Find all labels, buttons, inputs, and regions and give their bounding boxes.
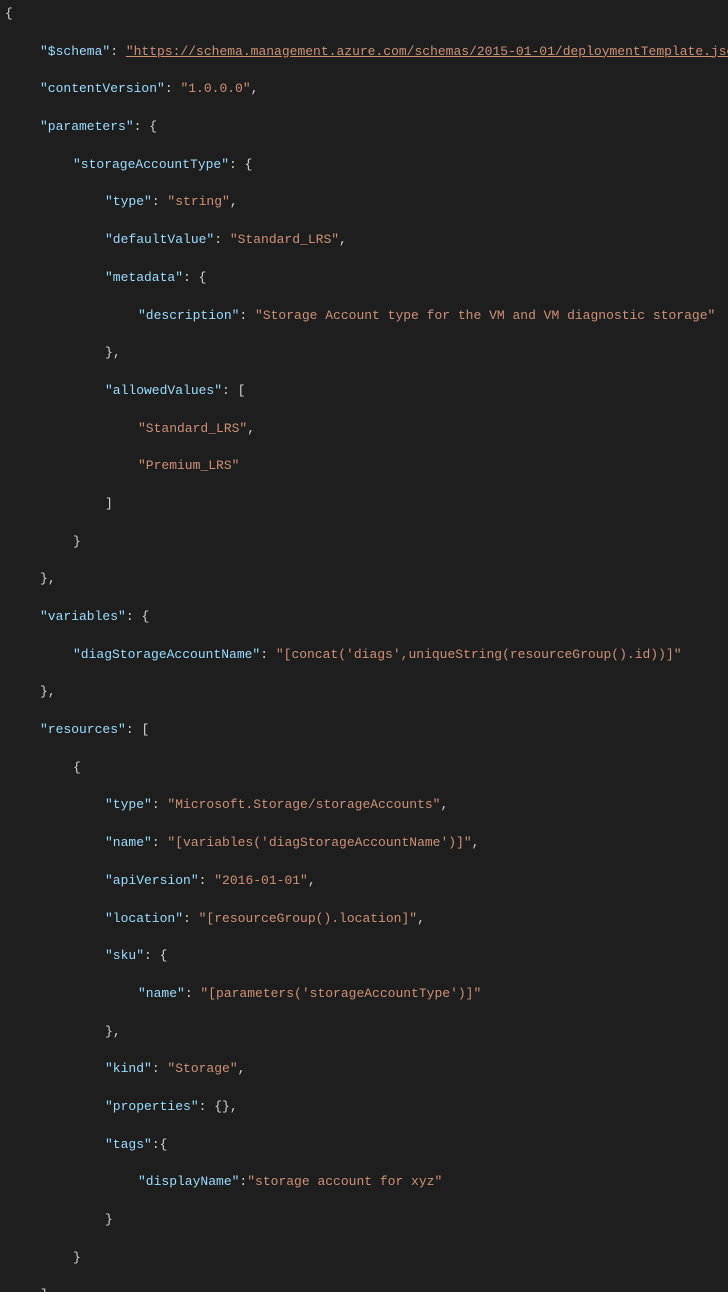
code-line: "tags":{: [0, 1136, 728, 1155]
code-line: "displayName":"storage account for xyz": [0, 1173, 728, 1192]
code-line: "storageAccountType": {: [0, 156, 728, 175]
code-line: "apiVersion": "2016-01-01",: [0, 872, 728, 891]
code-line: "description": "Storage Account type for…: [0, 307, 728, 326]
code-line: "kind": "Storage",: [0, 1060, 728, 1079]
code-line: {: [0, 759, 728, 778]
code-line: "variables": {: [0, 608, 728, 627]
code-line: "sku": {: [0, 947, 728, 966]
code-line: "Premium_LRS": [0, 457, 728, 476]
code-line: },: [0, 683, 728, 702]
code-line: "contentVersion": "1.0.0.0",: [0, 80, 728, 99]
code-line: "type": "string",: [0, 193, 728, 212]
code-line: },: [0, 344, 728, 363]
code-line: },: [0, 1023, 728, 1042]
code-line: "name": "[parameters('storageAccountType…: [0, 985, 728, 1004]
code-line: "$schema": "https://schema.management.az…: [0, 43, 728, 62]
code-line: }: [0, 1249, 728, 1268]
code-line: "properties": {},: [0, 1098, 728, 1117]
code-line: },: [0, 570, 728, 589]
code-line: "metadata": {: [0, 269, 728, 288]
code-line: "name": "[variables('diagStorageAccountN…: [0, 834, 728, 853]
code-line: "location": "[resourceGroup().location]"…: [0, 910, 728, 929]
code-line: "resources": [: [0, 721, 728, 740]
code-line: ],: [0, 1286, 728, 1292]
code-line: ]: [0, 495, 728, 514]
code-editor[interactable]: { "$schema": "https://schema.management.…: [0, 5, 728, 1292]
code-line: }: [0, 1211, 728, 1230]
code-line: "allowedValues": [: [0, 382, 728, 401]
code-line: "defaultValue": "Standard_LRS",: [0, 231, 728, 250]
code-line: "diagStorageAccountName": "[concat('diag…: [0, 646, 728, 665]
code-line: "Standard_LRS",: [0, 420, 728, 439]
code-line: "parameters": {: [0, 118, 728, 137]
code-line: {: [0, 5, 728, 24]
code-line: }: [0, 533, 728, 552]
code-line: "type": "Microsoft.Storage/storageAccoun…: [0, 796, 728, 815]
